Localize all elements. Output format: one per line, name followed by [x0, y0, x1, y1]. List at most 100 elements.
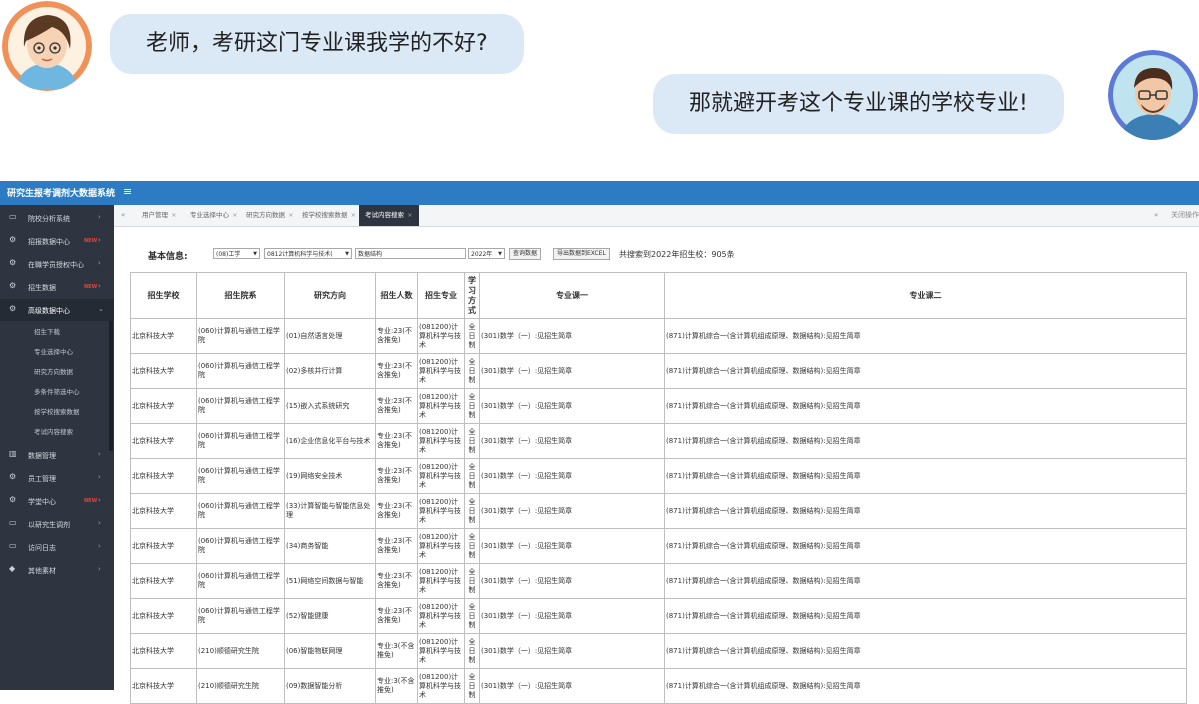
sidebar-item-label: 员工管理 [28, 475, 56, 483]
table-row: 北京科技大学 (060)计算机与通信工程学院 (33)计算智能与智能信息处理 专业:2… [130, 493, 1187, 529]
chat-bubble-question: 老师，考研这门专业课我学的不好? [110, 14, 524, 74]
cell-dept: (060)计算机与通信工程学院 [196, 388, 285, 424]
sidebar-scrollbar[interactable] [109, 301, 113, 451]
cell-major: (081200)计算机科学与技术 [417, 458, 465, 494]
table-row: 北京科技大学 (060)计算机与通信工程学院 (01)自然语言处理 专业:23(不含推… [130, 318, 1187, 354]
export-excel-button[interactable]: 导出数据到EXCEL [553, 248, 610, 260]
tab-label: 按学校搜索数据 [302, 211, 348, 219]
sidebar-item-1[interactable]: ⚙ 招报数据中心 NEW › [0, 230, 114, 252]
close-icon[interactable]: × [169, 211, 176, 219]
sidebar-item-2[interactable]: ⚙ 在職学员授权中心 › [0, 253, 114, 275]
year-select[interactable]: 2022年 ▼ [468, 248, 505, 259]
cell-c2: (871)计算机综合一(含计算机组成原理、数据结构):见招生简章 [664, 528, 1187, 564]
cell-dir: (51)网络空间数据与智能 [284, 563, 376, 599]
cell-mode: 全日制 [464, 668, 480, 704]
cell-num: 专业:23(不含推免) [375, 458, 418, 494]
table-row: 北京科技大学 (060)计算机与通信工程学院 (15)嵌入式系统研究 专业:23(不含… [130, 388, 1187, 424]
table-body: 北京科技大学 (060)计算机与通信工程学院 (01)自然语言处理 专业:23(不含推… [130, 318, 1187, 704]
sidebar-item-7[interactable]: ⚙ 学堂中心 NEW › [0, 490, 114, 512]
course-input[interactable]: 数据结构 [355, 248, 466, 259]
submenu-item-0[interactable]: 招生下载 [34, 326, 60, 336]
cell-school: 北京科技大学 [130, 528, 197, 564]
gears-icon: ⚙ [9, 235, 17, 244]
cell-c2: (871)计算机综合一(含计算机组成原理、数据结构):见招生简章 [664, 388, 1187, 424]
tab-1[interactable]: 专业选择中心 × [190, 205, 238, 226]
submenu-item-4[interactable]: 按学校搜索数据 [34, 406, 80, 416]
table-row: 北京科技大学 (060)计算机与通信工程学院 (34)商务智能 专业:23(不含推免)… [130, 528, 1187, 564]
sidebar-item-label: 以研究生调剂 [28, 521, 70, 529]
cell-dept: (060)计算机与通信工程学院 [196, 353, 285, 389]
sidebar-item-6[interactable]: ⚙ 员工管理 › [0, 467, 114, 489]
gears-icon: ⚙ [9, 472, 17, 481]
cell-mode: 全日制 [464, 423, 480, 459]
gears-icon: ⚙ [9, 258, 17, 267]
chevron-down-icon: ⌄ [98, 305, 104, 313]
cell-school: 北京科技大学 [130, 668, 197, 704]
submenu-item-1[interactable]: 专业选择中心 [34, 346, 73, 356]
cell-school: 北京科技大学 [130, 388, 197, 424]
tab-3[interactable]: 按学校搜索数据 × [302, 205, 356, 226]
cell-num: 专业:23(不含推免) [375, 388, 418, 424]
tab-4[interactable]: 考试内容搜索 × [359, 205, 419, 226]
sidebar-item-9[interactable]: ▭ 访问日志 › [0, 536, 114, 558]
sidebar-item-0[interactable]: ▭ 院校分析系统 › [0, 207, 114, 229]
submenu-item-5[interactable]: 考试内容搜索 [34, 426, 73, 436]
search-button[interactable]: 查询数据 [509, 248, 542, 260]
cell-mode: 全日制 [464, 493, 480, 529]
close-icon[interactable]: × [349, 211, 356, 219]
cell-dir: (16)企业信息化平台与技术 [284, 423, 376, 459]
submenu-item-3[interactable]: 多条件筛选中心 [34, 386, 80, 396]
tab-label: 专业选择中心 [190, 211, 229, 219]
cell-num: 专业:3(不含推免) [375, 668, 418, 704]
tab-2[interactable]: 研究方向数据 × [246, 205, 294, 226]
cell-dir: (09)数据智能分析 [284, 668, 376, 704]
cell-school: 北京科技大学 [130, 563, 197, 599]
sidebar-item-4[interactable]: ⚙ 高级数据中心 ⌄ [0, 299, 114, 321]
app-title: 研究生报考调剂大数据系统 [7, 189, 116, 199]
major-select[interactable]: 0812计算机科学与技术(▼ [264, 248, 352, 259]
student-avatar [2, 1, 92, 91]
cell-c1: (301)数学（一）:见招生简章 [479, 353, 665, 389]
menu-icon[interactable]: ≡ [123, 185, 132, 198]
category-select[interactable]: (08)工学 ▼ [213, 248, 260, 259]
column-header: 招生学校 [130, 272, 197, 319]
column-header: 研究方向 [284, 272, 376, 319]
cell-num: 专业:23(不含推免) [375, 318, 418, 354]
cell-dir: (19)网络安全技术 [284, 458, 376, 494]
cell-num: 专业:3(不含推免) [375, 633, 418, 669]
sidebar-item-10[interactable]: ◆ 其他素材 › [0, 559, 114, 581]
close-icon[interactable]: × [286, 211, 293, 219]
cell-major: (081200)计算机科学与技术 [417, 633, 465, 669]
submenu-item-2[interactable]: 研究方向数据 [34, 366, 73, 376]
chevron-right-icon: › [98, 542, 101, 550]
column-header: 招生人数 [375, 272, 418, 319]
cell-dept: (060)计算机与通信工程学院 [196, 598, 285, 634]
filter-label: 基本信息: [148, 252, 188, 262]
close-icon[interactable]: × [405, 211, 412, 219]
cell-c2: (871)计算机综合一(含计算机组成原理、数据结构):见招生简章 [664, 318, 1187, 354]
top-bar: 研究生报考调剂大数据系统 ≡ [0, 181, 1199, 205]
sidebar-item-3[interactable]: ⚙ 招生数据 NEW › [0, 276, 114, 298]
cell-dir: (02)多核并行计算 [284, 353, 376, 389]
cell-mode: 全日制 [464, 318, 480, 354]
cell-dir: (01)自然语言处理 [284, 318, 376, 354]
tab-0[interactable]: 用户管理 × [142, 205, 177, 226]
tab-prev-icon[interactable]: « [121, 205, 125, 226]
cell-major: (081200)计算机科学与技术 [417, 668, 465, 704]
cell-c2: (871)计算机综合一(含计算机组成原理、数据结构):见招生简章 [664, 633, 1187, 669]
sidebar-item-5[interactable]: ▥ 数据管理 › [0, 444, 114, 466]
cell-major: (081200)计算机科学与技术 [417, 493, 465, 529]
cell-mode: 全日制 [464, 598, 480, 634]
monitor-icon: ▭ [9, 518, 17, 527]
chevron-right-icon: › [98, 236, 101, 244]
table-row: 北京科技大学 (060)计算机与通信工程学院 (19)网络安全技术 专业:23(不含推… [130, 458, 1187, 494]
tab-next-icon[interactable]: » [1154, 205, 1158, 226]
cell-c2: (871)计算机综合一(含计算机组成原理、数据结构):见招生简章 [664, 668, 1187, 704]
sidebar-item-8[interactable]: ▭ 以研究生调剂 › [0, 513, 114, 535]
cell-num: 专业:23(不含推免) [375, 598, 418, 634]
close-tabs-button[interactable]: 关闭操作 [1171, 205, 1199, 226]
table-row: 北京科技大学 (210)顺德研究生院 (06)智能物联网理 专业:3(不含推免) (08… [130, 633, 1187, 669]
tab-label: 用户管理 [142, 211, 168, 219]
close-icon[interactable]: × [230, 211, 237, 219]
cell-school: 北京科技大学 [130, 458, 197, 494]
